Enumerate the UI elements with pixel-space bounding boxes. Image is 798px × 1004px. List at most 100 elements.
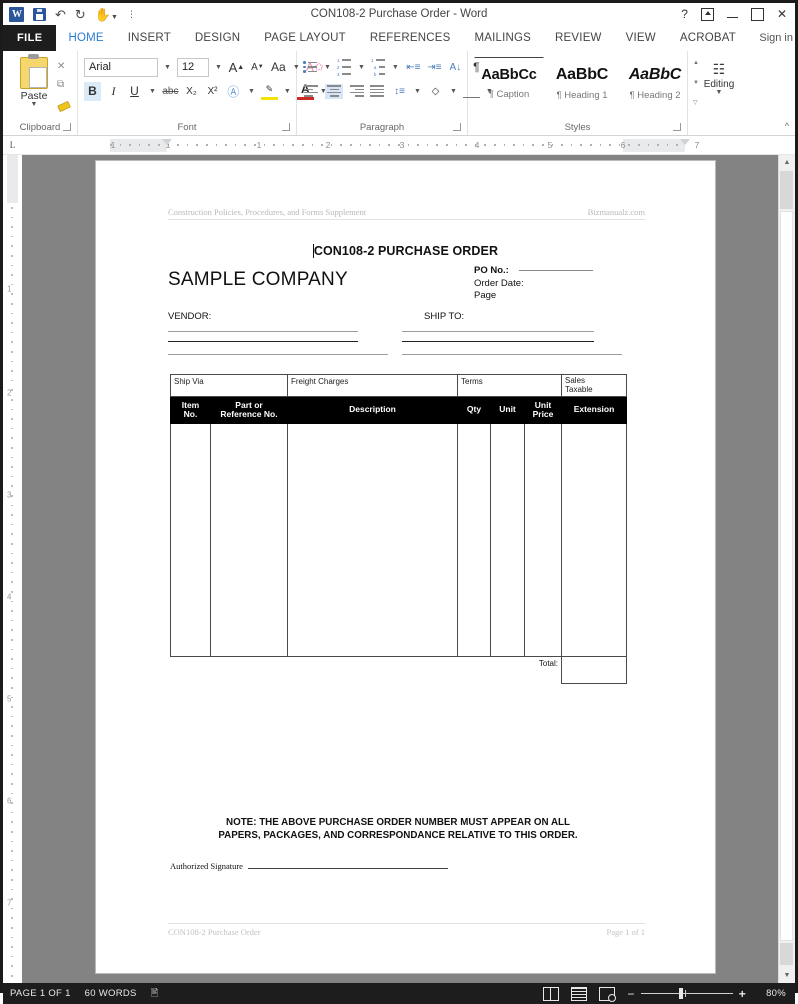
justify-icon[interactable]	[369, 84, 387, 99]
scrollbar-thumb[interactable]	[780, 211, 793, 941]
scrollbar-thumb-bottom[interactable]	[780, 943, 793, 965]
tab-stop-selector[interactable]: L	[3, 136, 22, 154]
shrink-font-icon[interactable]: A ▼	[249, 58, 266, 77]
tab-review[interactable]: REVIEW	[543, 25, 614, 51]
font-dialog-launcher-icon[interactable]	[282, 123, 290, 131]
ship-via-cell[interactable]: Ship Via	[170, 374, 288, 397]
terms-cell[interactable]: Terms	[457, 374, 562, 397]
format-painter-icon[interactable]	[57, 97, 70, 110]
undo-icon[interactable]: ↶	[55, 8, 66, 21]
tab-insert[interactable]: INSERT	[116, 25, 183, 51]
tab-design[interactable]: DESIGN	[183, 25, 252, 51]
scrollbar-thumb-top[interactable]	[780, 171, 793, 209]
table-row[interactable]	[170, 423, 627, 657]
customize-qat-icon[interactable]: ⋮	[127, 9, 136, 19]
ribbon-display-options-icon[interactable]	[700, 7, 714, 21]
print-layout-icon[interactable]	[571, 986, 588, 1001]
font-name-dropdown-icon[interactable]: ▼	[162, 64, 173, 71]
tab-home[interactable]: HOME	[56, 25, 115, 51]
zoom-control[interactable]: − +	[627, 987, 746, 1000]
sales-taxable-cell[interactable]: Sales Taxable	[561, 374, 627, 397]
freight-charges-cell[interactable]: Freight Charges	[287, 374, 458, 397]
zoom-out-button[interactable]: −	[627, 988, 634, 1000]
cell-description[interactable]	[287, 423, 458, 657]
shading-icon[interactable]: ◇	[427, 82, 444, 101]
vertical-ruler[interactable]: 1 2 3 4 5 6 7	[3, 155, 22, 983]
tab-mailings[interactable]: MAILINGS	[462, 25, 543, 51]
web-layout-icon[interactable]	[599, 986, 617, 1002]
superscript-button[interactable]: X²	[204, 82, 221, 101]
cell-part-ref-no[interactable]	[210, 423, 288, 657]
proofing-errors-icon[interactable]: 🖹	[151, 986, 173, 1002]
zoom-slider-thumb[interactable]	[678, 987, 683, 999]
touch-mode-icon[interactable]: ✋▼	[95, 8, 118, 21]
close-icon[interactable]: ✕	[777, 7, 787, 21]
read-mode-icon[interactable]	[543, 986, 560, 1001]
bullets-icon[interactable]	[303, 60, 318, 75]
minimize-icon[interactable]	[726, 11, 738, 18]
total-value-cell[interactable]	[561, 656, 627, 684]
shading-dropdown-icon[interactable]: ▼	[448, 88, 459, 95]
cell-unit-price[interactable]	[524, 423, 562, 657]
font-size-input[interactable]: 12	[176, 57, 209, 77]
restore-icon[interactable]	[750, 7, 764, 21]
cell-qty[interactable]	[457, 423, 491, 657]
collapse-ribbon-icon[interactable]: ^	[785, 121, 789, 131]
line-spacing-icon[interactable]: ↕≡	[391, 82, 408, 101]
ruler-track[interactable]: 111234567	[22, 138, 771, 152]
align-right-icon[interactable]	[347, 84, 365, 99]
font-name-input[interactable]: Arial	[84, 57, 158, 77]
paste-button[interactable]: Paste ▼	[11, 54, 57, 108]
scroll-up-icon[interactable]: ▲	[779, 155, 795, 170]
clipboard-dialog-launcher-icon[interactable]	[63, 123, 71, 131]
increase-indent-icon[interactable]: ⇥≡	[426, 58, 443, 77]
text-effects-icon[interactable]: Ⓐ	[225, 82, 242, 101]
zoom-in-button[interactable]: +	[739, 988, 746, 1000]
bold-button[interactable]: B	[84, 81, 101, 101]
tab-acrobat[interactable]: ACROBAT	[668, 25, 748, 51]
status-word-count[interactable]: 60 WORDS	[85, 988, 151, 999]
multilevel-dropdown-icon[interactable]: ▼	[390, 64, 401, 71]
change-case-icon[interactable]: Aa	[270, 58, 287, 77]
cell-item-no[interactable]	[170, 423, 211, 657]
decrease-indent-icon[interactable]: ⇤≡	[405, 58, 422, 77]
style-caption[interactable]: AaBbCc ¶ Caption	[474, 57, 544, 109]
line-spacing-dropdown-icon[interactable]: ▼	[412, 88, 423, 95]
font-size-dropdown-icon[interactable]: ▼	[213, 64, 224, 71]
multilevel-list-icon[interactable]: 1 a b	[371, 58, 386, 77]
numbering-dropdown-icon[interactable]: ▼	[356, 64, 367, 71]
sign-in-link[interactable]: Sign in	[759, 25, 795, 51]
tab-references[interactable]: REFERENCES	[358, 25, 463, 51]
scroll-down-icon[interactable]: ▼	[779, 968, 795, 983]
style-heading-2[interactable]: AaBbC ¶ Heading 2	[620, 57, 690, 109]
styles-dialog-launcher-icon[interactable]	[673, 123, 681, 131]
strikethrough-button[interactable]: abc	[162, 82, 179, 101]
editing-button[interactable]: ☷ Editing ▼	[694, 55, 744, 96]
paste-dropdown-icon[interactable]: ▼	[31, 101, 38, 108]
tab-file[interactable]: FILE	[3, 25, 57, 51]
sort-icon[interactable]: A↓	[447, 58, 464, 77]
left-indent-marker[interactable]	[162, 138, 172, 145]
text-effects-dropdown-icon[interactable]: ▼	[246, 88, 257, 95]
text-highlight-icon[interactable]: ✎	[260, 83, 278, 100]
status-page-indicator[interactable]: PAGE 1 OF 1	[10, 988, 85, 999]
bullets-dropdown-icon[interactable]: ▼	[322, 64, 333, 71]
subscript-button[interactable]: X₂	[183, 82, 200, 101]
align-left-icon[interactable]	[303, 84, 321, 99]
purchase-order-table[interactable]: Ship Via Freight Charges Terms Sales Taxa…	[170, 374, 627, 684]
highlight-dropdown-icon[interactable]: ▼	[282, 88, 293, 95]
cell-extension[interactable]	[561, 423, 627, 657]
redo-icon[interactable]: ↻	[75, 8, 86, 21]
signature-line[interactable]	[247, 868, 448, 869]
copy-icon[interactable]: ⧉	[57, 79, 70, 90]
underline-button[interactable]: U	[126, 82, 143, 101]
document-page[interactable]: Construction Policies, Procedures, and F…	[96, 161, 715, 973]
right-indent-marker[interactable]	[680, 138, 690, 145]
align-center-icon[interactable]	[325, 83, 343, 99]
vertical-scrollbar[interactable]: ▲ ▼	[778, 155, 795, 983]
save-icon[interactable]	[33, 7, 46, 21]
tab-page-layout[interactable]: PAGE LAYOUT	[252, 25, 358, 51]
tab-view[interactable]: VIEW	[614, 25, 668, 51]
italic-button[interactable]: I	[105, 82, 122, 101]
underline-dropdown-icon[interactable]: ▼	[147, 88, 158, 95]
